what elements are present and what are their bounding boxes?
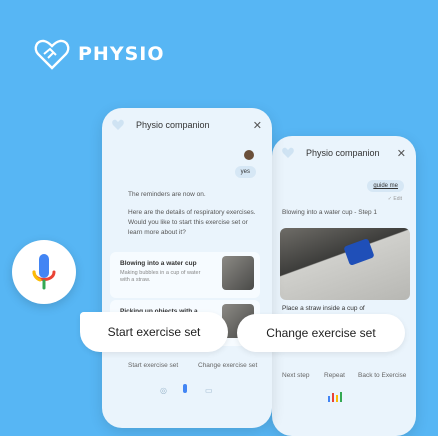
heart-handshake-icon: [34, 39, 70, 70]
camera-icon[interactable]: ◎: [160, 386, 167, 395]
close-icon[interactable]: ✕: [397, 147, 406, 160]
heart-logo-icon: [282, 147, 294, 158]
brand-name: PHYSIO: [78, 43, 165, 65]
change-exercise-set-chip[interactable]: Change exercise set: [237, 314, 405, 352]
voice-bars-icon: [328, 392, 342, 402]
keyboard-icon[interactable]: ▭: [205, 386, 213, 395]
phone-right: Physio companion ✕ guide me ✓ Edit Blowi…: [272, 136, 416, 436]
phone-right-title: Physio companion: [306, 148, 380, 158]
close-icon[interactable]: ✕: [253, 119, 262, 132]
change-exercise-set-link[interactable]: Change exercise set: [198, 362, 257, 369]
microphone-icon: [32, 254, 56, 290]
repeat-button[interactable]: Repeat: [324, 372, 345, 379]
avatar: [244, 150, 254, 160]
water-cup-icon: [343, 238, 375, 266]
step-title: Blowing into a water cup - Step 1: [282, 209, 378, 216]
start-exercise-set-link[interactable]: Start exercise set: [128, 362, 178, 369]
assistant-message-2: Here are the details of respiratory exer…: [128, 209, 256, 236]
start-exercise-set-chip[interactable]: Start exercise set: [80, 312, 228, 352]
exercise-image: [280, 228, 410, 300]
phone-right-header: Physio companion ✕: [272, 136, 416, 170]
phone-left-header: Physio companion ✕: [102, 108, 272, 142]
next-step-button[interactable]: Next step: [282, 372, 309, 379]
brand-logo: PHYSIO: [34, 38, 165, 70]
exercise-thumbnail: [222, 256, 254, 290]
mic-small-icon[interactable]: [183, 384, 187, 393]
heart-logo-icon: [112, 119, 124, 130]
exercise-card-title: Blowing into a water cup: [120, 260, 197, 267]
edit-status[interactable]: ✓ Edit: [388, 194, 402, 204]
user-reply-bubble: yes: [234, 166, 256, 178]
phone-left-title: Physio companion: [136, 120, 210, 130]
exercise-card-desc: Making bubbles in a cup of water with a …: [120, 270, 201, 283]
assistant-message-1: The reminders are now on.: [128, 191, 206, 198]
user-reply-bubble: guide me: [367, 180, 404, 192]
instruction-text: Place a straw inside a cup of: [282, 305, 365, 312]
phone-left: Physio companion ✕ yes The reminders are…: [102, 108, 272, 428]
back-to-exercise-button[interactable]: Back to Exercise: [358, 372, 406, 379]
exercise-card[interactable]: Blowing into a water cup Making bubbles …: [110, 252, 260, 298]
mic-button[interactable]: [12, 240, 76, 304]
